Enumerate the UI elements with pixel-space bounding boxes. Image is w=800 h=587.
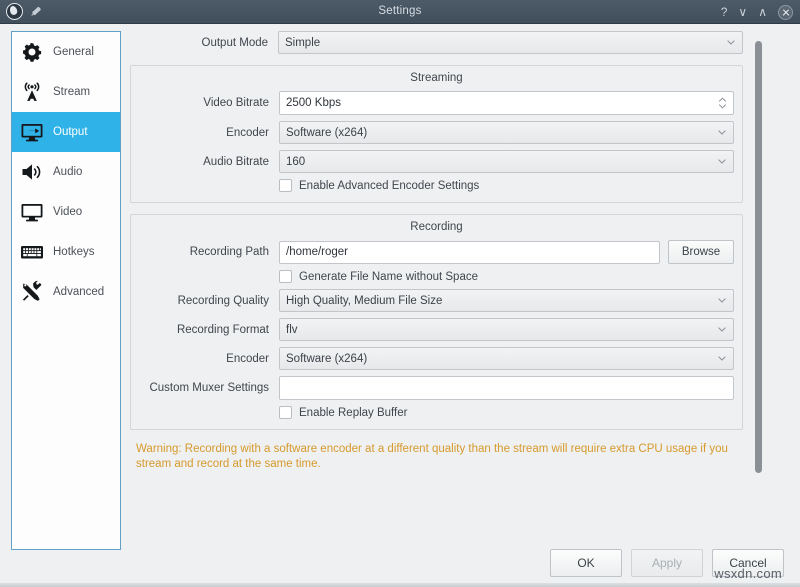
chevron-down-icon — [718, 298, 726, 303]
stream-encoder-row: Encoder Software (x264) — [131, 121, 734, 144]
sidebar-item-stream[interactable]: Stream — [12, 72, 120, 112]
sidebar-item-label: Video — [53, 206, 82, 218]
monitor-icon — [19, 199, 45, 225]
sidebar-item-label: Stream — [53, 86, 90, 98]
recording-path-value: /home/roger — [286, 246, 348, 258]
broadcast-icon — [19, 79, 45, 105]
apply-button[interactable]: Apply — [631, 549, 703, 577]
sidebar-item-advanced[interactable]: Advanced — [12, 272, 120, 312]
video-bitrate-row: Video Bitrate 2500 Kbps — [131, 91, 734, 115]
recording-format-select[interactable]: flv — [279, 318, 734, 341]
advanced-encoder-checkbox[interactable] — [279, 179, 292, 192]
recording-encoder-row: Encoder Software (x264) — [131, 347, 734, 370]
advanced-encoder-label: Enable Advanced Encoder Settings — [299, 180, 479, 192]
video-bitrate-label: Video Bitrate — [131, 97, 279, 109]
recording-quality-label: Recording Quality — [131, 295, 279, 307]
spinner-arrows-icon[interactable] — [718, 96, 727, 110]
vertical-scrollbar[interactable] — [755, 41, 762, 473]
gear-icon — [19, 39, 45, 65]
chevron-down-icon — [718, 159, 726, 164]
streaming-group: Streaming Video Bitrate 2500 Kbps Encode… — [130, 65, 743, 203]
sidebar-item-label: Hotkeys — [53, 246, 95, 258]
recording-group: Recording Recording Path /home/roger Bro… — [130, 214, 743, 430]
chevron-down-icon — [718, 356, 726, 361]
recording-group-title: Recording — [131, 221, 742, 233]
minimize-button[interactable]: ∨ — [738, 6, 747, 18]
streaming-group-title: Streaming — [131, 72, 742, 84]
sidebar-item-label: Audio — [53, 166, 82, 178]
custom-muxer-row: Custom Muxer Settings — [131, 376, 734, 400]
replay-buffer-checkbox[interactable] — [279, 406, 292, 419]
watermark: wsxdn.com — [714, 566, 782, 581]
replay-buffer-label: Enable Replay Buffer — [299, 407, 407, 419]
audio-bitrate-select[interactable]: 160 — [279, 150, 734, 173]
output-mode-row: Output Mode Simple — [130, 31, 770, 54]
maximize-button[interactable]: ∧ — [758, 6, 767, 18]
settings-pane: Output Mode Simple Streaming Video Bitra… — [130, 31, 770, 550]
recording-path-input[interactable]: /home/roger — [279, 241, 660, 264]
recording-path-label: Recording Path — [131, 246, 279, 258]
warning-message: Warning: Recording with a software encod… — [130, 430, 770, 472]
recording-format-value: flv — [286, 324, 298, 336]
sidebar-item-audio[interactable]: Audio — [12, 152, 120, 192]
generate-no-space-checkbox[interactable] — [279, 270, 292, 283]
recording-encoder-select[interactable]: Software (x264) — [279, 347, 734, 370]
audio-bitrate-row: Audio Bitrate 160 — [131, 150, 734, 173]
dialog-body: General Stre — [0, 24, 800, 587]
output-mode-label: Output Mode — [130, 37, 278, 49]
recording-format-row: Recording Format flv — [131, 318, 734, 341]
sidebar-item-hotkeys[interactable]: Hotkeys — [12, 232, 120, 272]
chevron-down-icon — [727, 40, 735, 45]
sidebar-item-general[interactable]: General — [12, 32, 120, 72]
recording-encoder-label: Encoder — [131, 353, 279, 365]
chevron-down-icon — [718, 327, 726, 332]
dialog-button-bar: OK Apply Cancel — [0, 547, 800, 579]
window-title: Settings — [0, 0, 800, 23]
replay-buffer-row: Enable Replay Buffer — [131, 406, 734, 419]
sidebar-item-label: Output — [53, 126, 88, 138]
settings-sidebar[interactable]: General Stre — [11, 31, 121, 550]
sidebar-item-label: General — [53, 46, 94, 58]
tools-icon — [19, 279, 45, 305]
custom-muxer-label: Custom Muxer Settings — [131, 382, 279, 394]
speaker-icon — [19, 159, 45, 185]
recording-quality-row: Recording Quality High Quality, Medium F… — [131, 289, 734, 312]
generate-no-space-row: Generate File Name without Space — [131, 270, 734, 283]
output-mode-select[interactable]: Simple — [278, 31, 743, 54]
stream-encoder-select[interactable]: Software (x264) — [279, 121, 734, 144]
video-bitrate-spinbox[interactable]: 2500 Kbps — [279, 91, 734, 115]
chevron-down-icon — [718, 130, 726, 135]
recording-quality-value: High Quality, Medium File Size — [286, 295, 442, 307]
sidebar-item-video[interactable]: Video — [12, 192, 120, 232]
generate-no-space-label: Generate File Name without Space — [299, 271, 478, 283]
sidebar-item-label: Advanced — [53, 286, 104, 298]
window-bottom-edge — [0, 583, 800, 587]
help-button[interactable]: ? — [721, 6, 728, 18]
window-controls: ? ∨ ∧ — [721, 0, 793, 24]
stream-encoder-label: Encoder — [131, 127, 279, 139]
output-mode-value: Simple — [285, 37, 320, 49]
recording-path-row: Recording Path /home/roger Browse — [131, 240, 734, 264]
title-bar: Settings ? ∨ ∧ — [0, 0, 800, 24]
recording-format-label: Recording Format — [131, 324, 279, 336]
sidebar-item-output[interactable]: Output — [12, 112, 120, 152]
stream-encoder-value: Software (x264) — [286, 127, 367, 139]
recording-encoder-value: Software (x264) — [286, 353, 367, 365]
browse-button[interactable]: Browse — [668, 240, 734, 264]
video-bitrate-value: 2500 Kbps — [286, 97, 341, 109]
custom-muxer-input[interactable] — [279, 376, 734, 400]
keyboard-icon — [19, 239, 45, 265]
audio-bitrate-value: 160 — [286, 156, 305, 168]
advanced-encoder-row: Enable Advanced Encoder Settings — [131, 179, 734, 192]
monitor-arrow-icon — [19, 119, 45, 145]
ok-button[interactable]: OK — [550, 549, 622, 577]
recording-quality-select[interactable]: High Quality, Medium File Size — [279, 289, 734, 312]
close-icon[interactable] — [778, 5, 793, 20]
audio-bitrate-label: Audio Bitrate — [131, 156, 279, 168]
settings-dialog: Settings ? ∨ ∧ General — [0, 0, 800, 587]
